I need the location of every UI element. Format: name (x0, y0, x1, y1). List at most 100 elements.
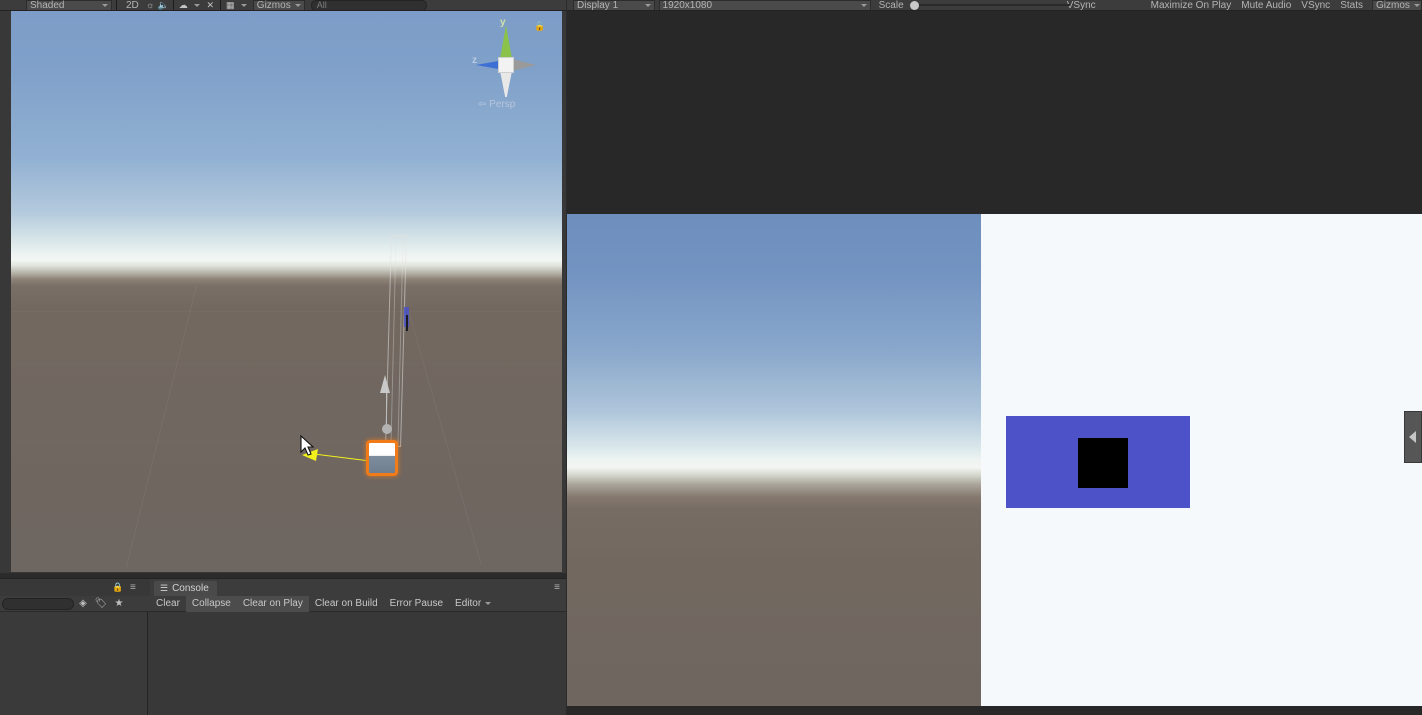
clear-on-play-button-label: Clear on Play (242, 598, 303, 609)
panel-collapse-tab[interactable] (1404, 411, 1422, 463)
console-tab-bar: ☰ Console ≡ (150, 579, 566, 596)
favorite-filter-icon[interactable]: ★ (110, 596, 128, 612)
clear-button-label: Clear (156, 598, 180, 609)
scale-slider-thumb[interactable] (909, 0, 919, 10)
console-toolbar: Clear Collapse Clear on Play Clear on Bu… (150, 595, 566, 627)
scene-viewport[interactable]: y z ⇦ Persp 🔒 (11, 11, 562, 572)
scene-search-input[interactable]: All (310, 0, 427, 10)
console-icon: ☰ (160, 583, 169, 593)
unity-editor-window: Shaded 2D ☼ 🔈 ☁ ✕ ▦ Gizmos All y z ⇦ Per… (0, 0, 1422, 715)
grid-line (11, 311, 562, 312)
game-gizmos-label: Gizmos (1375, 0, 1410, 11)
projection-mode-text: Persp (489, 99, 516, 110)
clear-button[interactable]: Clear (150, 596, 186, 612)
shading-mode-dropdown[interactable]: Shaded (26, 0, 112, 11)
scale-slider[interactable] (909, 0, 1070, 10)
chevron-down-icon (193, 3, 200, 7)
toolbar-separator (219, 0, 221, 10)
scale-slider-track (909, 4, 1070, 6)
chevron-down-icon (485, 602, 492, 605)
clear-on-build-button-label: Clear on Build (314, 598, 378, 609)
clear-on-play-button[interactable]: Clear on Play (236, 595, 309, 612)
view-mode-2d-button[interactable]: 2D (121, 0, 144, 11)
scene-view-toolbar: Shaded 2D ☼ 🔈 ☁ ✕ ▦ Gizmos All (0, 0, 566, 11)
collapse-button[interactable]: Collapse (185, 595, 237, 612)
tab-console[interactable]: ☰ Console (154, 581, 217, 596)
gizmos-dropdown[interactable]: Gizmos (252, 0, 305, 11)
game-view-panel: Display 1 1920x1080 Scale VSync Maximize… (567, 0, 1422, 715)
vsync-toggle-button[interactable]: VSync (1296, 0, 1335, 11)
resolution-dropdown[interactable]: 1920x1080 (658, 0, 871, 11)
move-gizmo-y-handle[interactable] (379, 375, 391, 393)
grid-line (11, 363, 562, 364)
chevron-down-icon (1413, 3, 1420, 7)
gizmos-label: Gizmos (256, 0, 291, 11)
arrow-cursor (300, 434, 316, 457)
vsync-label: VSync (1066, 0, 1096, 11)
scene-orientation-gizmo[interactable]: y z ⇦ Persp 🔒 (464, 17, 545, 122)
chevron-left-icon (1409, 431, 1416, 443)
move-gizmo-center-ball[interactable] (382, 424, 392, 434)
project-search-input[interactable] (2, 597, 74, 610)
scene-search-placeholder: All (316, 0, 327, 10)
display-label: Display 1 (577, 0, 619, 11)
game-scene-render (567, 214, 981, 706)
maximize-on-play-label: Maximize On Play (1150, 0, 1232, 11)
scene-view-panel: Shaded 2D ☼ 🔈 ☁ ✕ ▦ Gizmos All y z ⇦ Per… (0, 0, 566, 573)
grid-line (401, 286, 482, 566)
selected-object-cube[interactable] (366, 440, 398, 476)
blue-marker-core (406, 315, 408, 331)
gizmo-center-cube[interactable] (498, 57, 514, 73)
chevron-down-icon (102, 3, 108, 7)
scale-label: Scale (878, 0, 904, 11)
panel-menu-icon[interactable]: ≡ (130, 582, 136, 593)
toolbar-separator (116, 0, 117, 10)
editor-dropdown[interactable]: Editor (449, 596, 497, 612)
clear-on-build-button[interactable]: Clear on Build (309, 596, 384, 612)
project-toolbar: ◈ 🏷 ★ (0, 596, 150, 612)
resolution-label: 1920x1080 (662, 0, 713, 11)
game-view-toolbar: Display 1 1920x1080 Scale VSync Maximize… (567, 0, 1422, 11)
chevron-down-icon (860, 3, 867, 7)
mute-audio-label: Mute Audio (1241, 0, 1292, 11)
chevron-down-icon (240, 3, 247, 7)
fx-dropdown-icon[interactable]: ☁ (177, 0, 190, 10)
speaker-icon[interactable]: 🔈 (157, 0, 170, 10)
lock-icon[interactable]: 🔒 (534, 21, 545, 31)
grid-line (11, 441, 562, 442)
ui-panel-element[interactable] (1006, 416, 1190, 508)
game-gizmos-dropdown[interactable]: Gizmos (1371, 0, 1422, 11)
project-content-area[interactable] (0, 612, 148, 715)
toolbar-separator (172, 0, 174, 10)
hidden-objects-icon[interactable]: ✕ (204, 0, 217, 10)
grid-line (125, 285, 198, 567)
project-panel: 🔒 ≡ ◈ 🏷 ★ (0, 578, 150, 715)
label-filter-icon[interactable]: 🏷 (92, 596, 110, 612)
chevron-down-icon (644, 3, 651, 7)
ui-inner-square[interactable] (1078, 438, 1128, 488)
game-view-bottom-strip (567, 706, 1422, 715)
console-panel: ☰ Console ≡ Clear Collapse Clear on Play… (150, 578, 566, 715)
mute-audio-button[interactable]: Mute Audio (1236, 0, 1296, 11)
panel-menu-icon[interactable]: ≡ (554, 582, 560, 593)
shading-mode-label: Shaded (30, 0, 65, 11)
stats-label: Stats (1340, 0, 1363, 11)
light-bulb-icon[interactable]: ☼ (144, 0, 157, 10)
console-tab-label: Console (172, 583, 209, 594)
game-viewport[interactable] (567, 214, 1422, 706)
collapse-button-label: Collapse (191, 598, 231, 609)
grid-visibility-icon[interactable]: ▦ (224, 0, 237, 10)
console-message-list[interactable] (150, 612, 566, 715)
view-mode-2d-label: 2D (126, 0, 139, 11)
display-dropdown[interactable]: Display 1 (573, 0, 655, 11)
chevron-down-icon (294, 3, 301, 7)
stats-button[interactable]: Stats (1335, 0, 1368, 11)
error-pause-button[interactable]: Error Pause (384, 596, 449, 612)
gizmo-projection-label[interactable]: ⇦ Persp (478, 99, 515, 110)
vsync-toggle-label: VSync (1301, 0, 1331, 11)
object-filter-icon[interactable]: ◈ (74, 596, 92, 612)
error-pause-button-label: Error Pause (389, 598, 444, 609)
editor-dropdown-label: Editor (455, 598, 482, 609)
maximize-on-play-button[interactable]: Maximize On Play (1146, 0, 1237, 11)
lock-icon[interactable]: 🔒 (112, 582, 123, 593)
